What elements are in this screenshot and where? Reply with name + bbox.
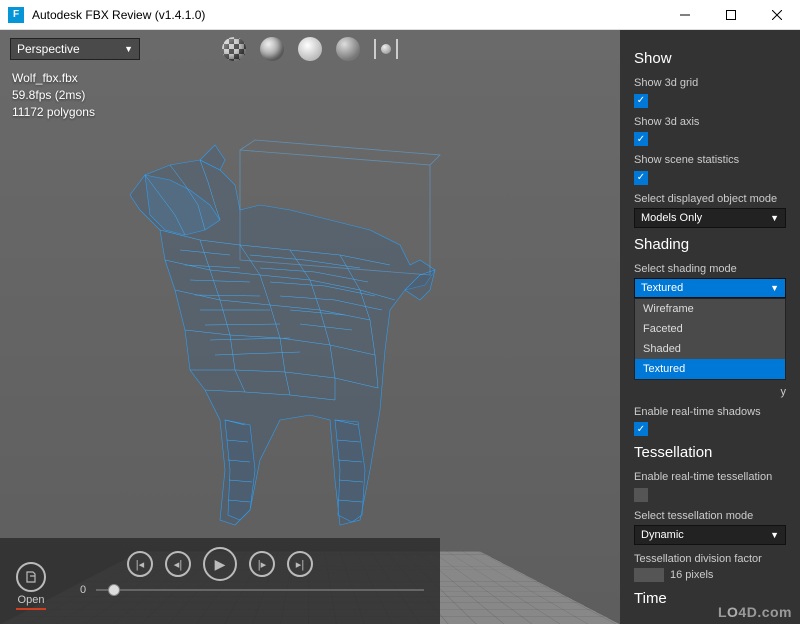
- minimize-button[interactable]: [662, 0, 708, 29]
- shadows-label: Enable real-time shadows: [634, 406, 786, 418]
- shading-mode-select[interactable]: Textured ▼: [634, 278, 786, 298]
- wireframe-sphere-button[interactable]: [257, 34, 287, 64]
- timeline-thumb[interactable]: [108, 584, 120, 596]
- tess-division-slider[interactable]: [634, 568, 664, 582]
- shading-toolbar: [219, 34, 401, 64]
- tess-enable-checkbox[interactable]: ✓: [634, 488, 648, 502]
- playback-bar: |◂ ◂| ▶ |▸ ▸| 0 Open: [0, 538, 440, 624]
- last-frame-button[interactable]: ▸|: [287, 551, 313, 577]
- open-file-button[interactable]: Open: [16, 562, 46, 610]
- shaded-sphere-icon: [336, 37, 360, 61]
- show-stats-label: Show scene statistics: [634, 154, 786, 166]
- show-heading: Show: [634, 50, 786, 67]
- play-button[interactable]: ▶: [203, 547, 237, 581]
- texture-checker-button[interactable]: [219, 34, 249, 64]
- wireframe-overlay-partial: y: [781, 386, 787, 398]
- app-icon: F: [8, 7, 24, 23]
- object-mode-value: Models Only: [641, 212, 702, 224]
- close-button[interactable]: [754, 0, 800, 29]
- window-controls: [662, 0, 800, 29]
- chevron-down-icon: ▼: [124, 44, 133, 54]
- tessellation-heading: Tessellation: [634, 444, 786, 461]
- show-stats-checkbox[interactable]: ✓: [634, 171, 648, 185]
- shading-option-textured[interactable]: Textured: [635, 359, 785, 379]
- stat-fps: 59.8fps (2ms): [12, 87, 95, 104]
- chevron-down-icon: ▼: [770, 530, 779, 540]
- scene-statistics: Wolf_fbx.fbx 59.8fps (2ms) 11172 polygon…: [12, 70, 95, 120]
- timeline: 0: [0, 584, 440, 604]
- tess-division-value: 16 pixels: [670, 569, 713, 581]
- shadows-checkbox[interactable]: ✓: [634, 422, 648, 436]
- tess-mode-select[interactable]: Dynamic ▼: [634, 525, 786, 545]
- next-frame-button[interactable]: |▸: [249, 551, 275, 577]
- tess-division-label: Tessellation division factor: [634, 553, 786, 565]
- watermark: LO4D.com: [718, 604, 792, 620]
- shading-mode-dropdown: Wireframe Faceted Shaded Textured: [634, 298, 786, 380]
- window-titlebar: F Autodesk FBX Review (v1.4.1.0): [0, 0, 800, 30]
- stat-filename: Wolf_fbx.fbx: [12, 70, 95, 87]
- model-wolf: [90, 110, 470, 540]
- frame-selection-button[interactable]: [371, 34, 401, 64]
- lighting-icon: [298, 37, 322, 61]
- frame-selection-icon: [374, 39, 398, 59]
- chevron-down-icon: ▼: [770, 283, 779, 293]
- tess-enable-label: Enable real-time tessellation: [634, 471, 786, 483]
- camera-mode-value: Perspective: [17, 42, 80, 56]
- first-frame-button[interactable]: |◂: [127, 551, 153, 577]
- timeline-slider[interactable]: [96, 589, 424, 591]
- open-file-icon: [16, 562, 46, 592]
- object-mode-select[interactable]: Models Only ▼: [634, 208, 786, 228]
- open-accent: [16, 608, 46, 610]
- show-axis-label: Show 3d axis: [634, 116, 786, 128]
- chevron-down-icon: ▼: [770, 213, 779, 223]
- wireframe-sphere-icon: [260, 37, 284, 61]
- shading-option-shaded[interactable]: Shaded: [635, 339, 785, 359]
- shading-heading: Shading: [634, 236, 786, 253]
- open-file-label: Open: [16, 594, 46, 606]
- shading-option-faceted[interactable]: Faceted: [635, 319, 785, 339]
- prev-frame-button[interactable]: ◂|: [165, 551, 191, 577]
- show-grid-checkbox[interactable]: ✓: [634, 94, 648, 108]
- playback-controls: |◂ ◂| ▶ |▸ ▸|: [0, 544, 440, 584]
- tess-mode-value: Dynamic: [641, 529, 684, 541]
- camera-mode-select[interactable]: Perspective ▼: [10, 38, 140, 60]
- shading-mode-value: Textured: [641, 282, 683, 294]
- settings-sidebar[interactable]: Show Show 3d grid ✓ Show 3d axis ✓ Show …: [620, 30, 800, 624]
- show-grid-label: Show 3d grid: [634, 77, 786, 89]
- shading-mode-label: Select shading mode: [634, 263, 786, 275]
- current-frame: 0: [80, 584, 86, 596]
- show-axis-checkbox[interactable]: ✓: [634, 132, 648, 146]
- lighting-button[interactable]: [295, 34, 325, 64]
- texture-checker-icon: [222, 37, 246, 61]
- shaded-sphere-button[interactable]: [333, 34, 363, 64]
- shading-option-wireframe[interactable]: Wireframe: [635, 299, 785, 319]
- window-title: Autodesk FBX Review (v1.4.1.0): [32, 8, 662, 22]
- stat-polygons: 11172 polygons: [12, 104, 95, 121]
- tess-mode-label: Select tessellation mode: [634, 510, 786, 522]
- object-mode-label: Select displayed object mode: [634, 193, 786, 205]
- maximize-button[interactable]: [708, 0, 754, 29]
- viewport-3d[interactable]: Perspective ▼ Wolf_fbx.fbx 59.8fps (2ms)…: [0, 30, 620, 624]
